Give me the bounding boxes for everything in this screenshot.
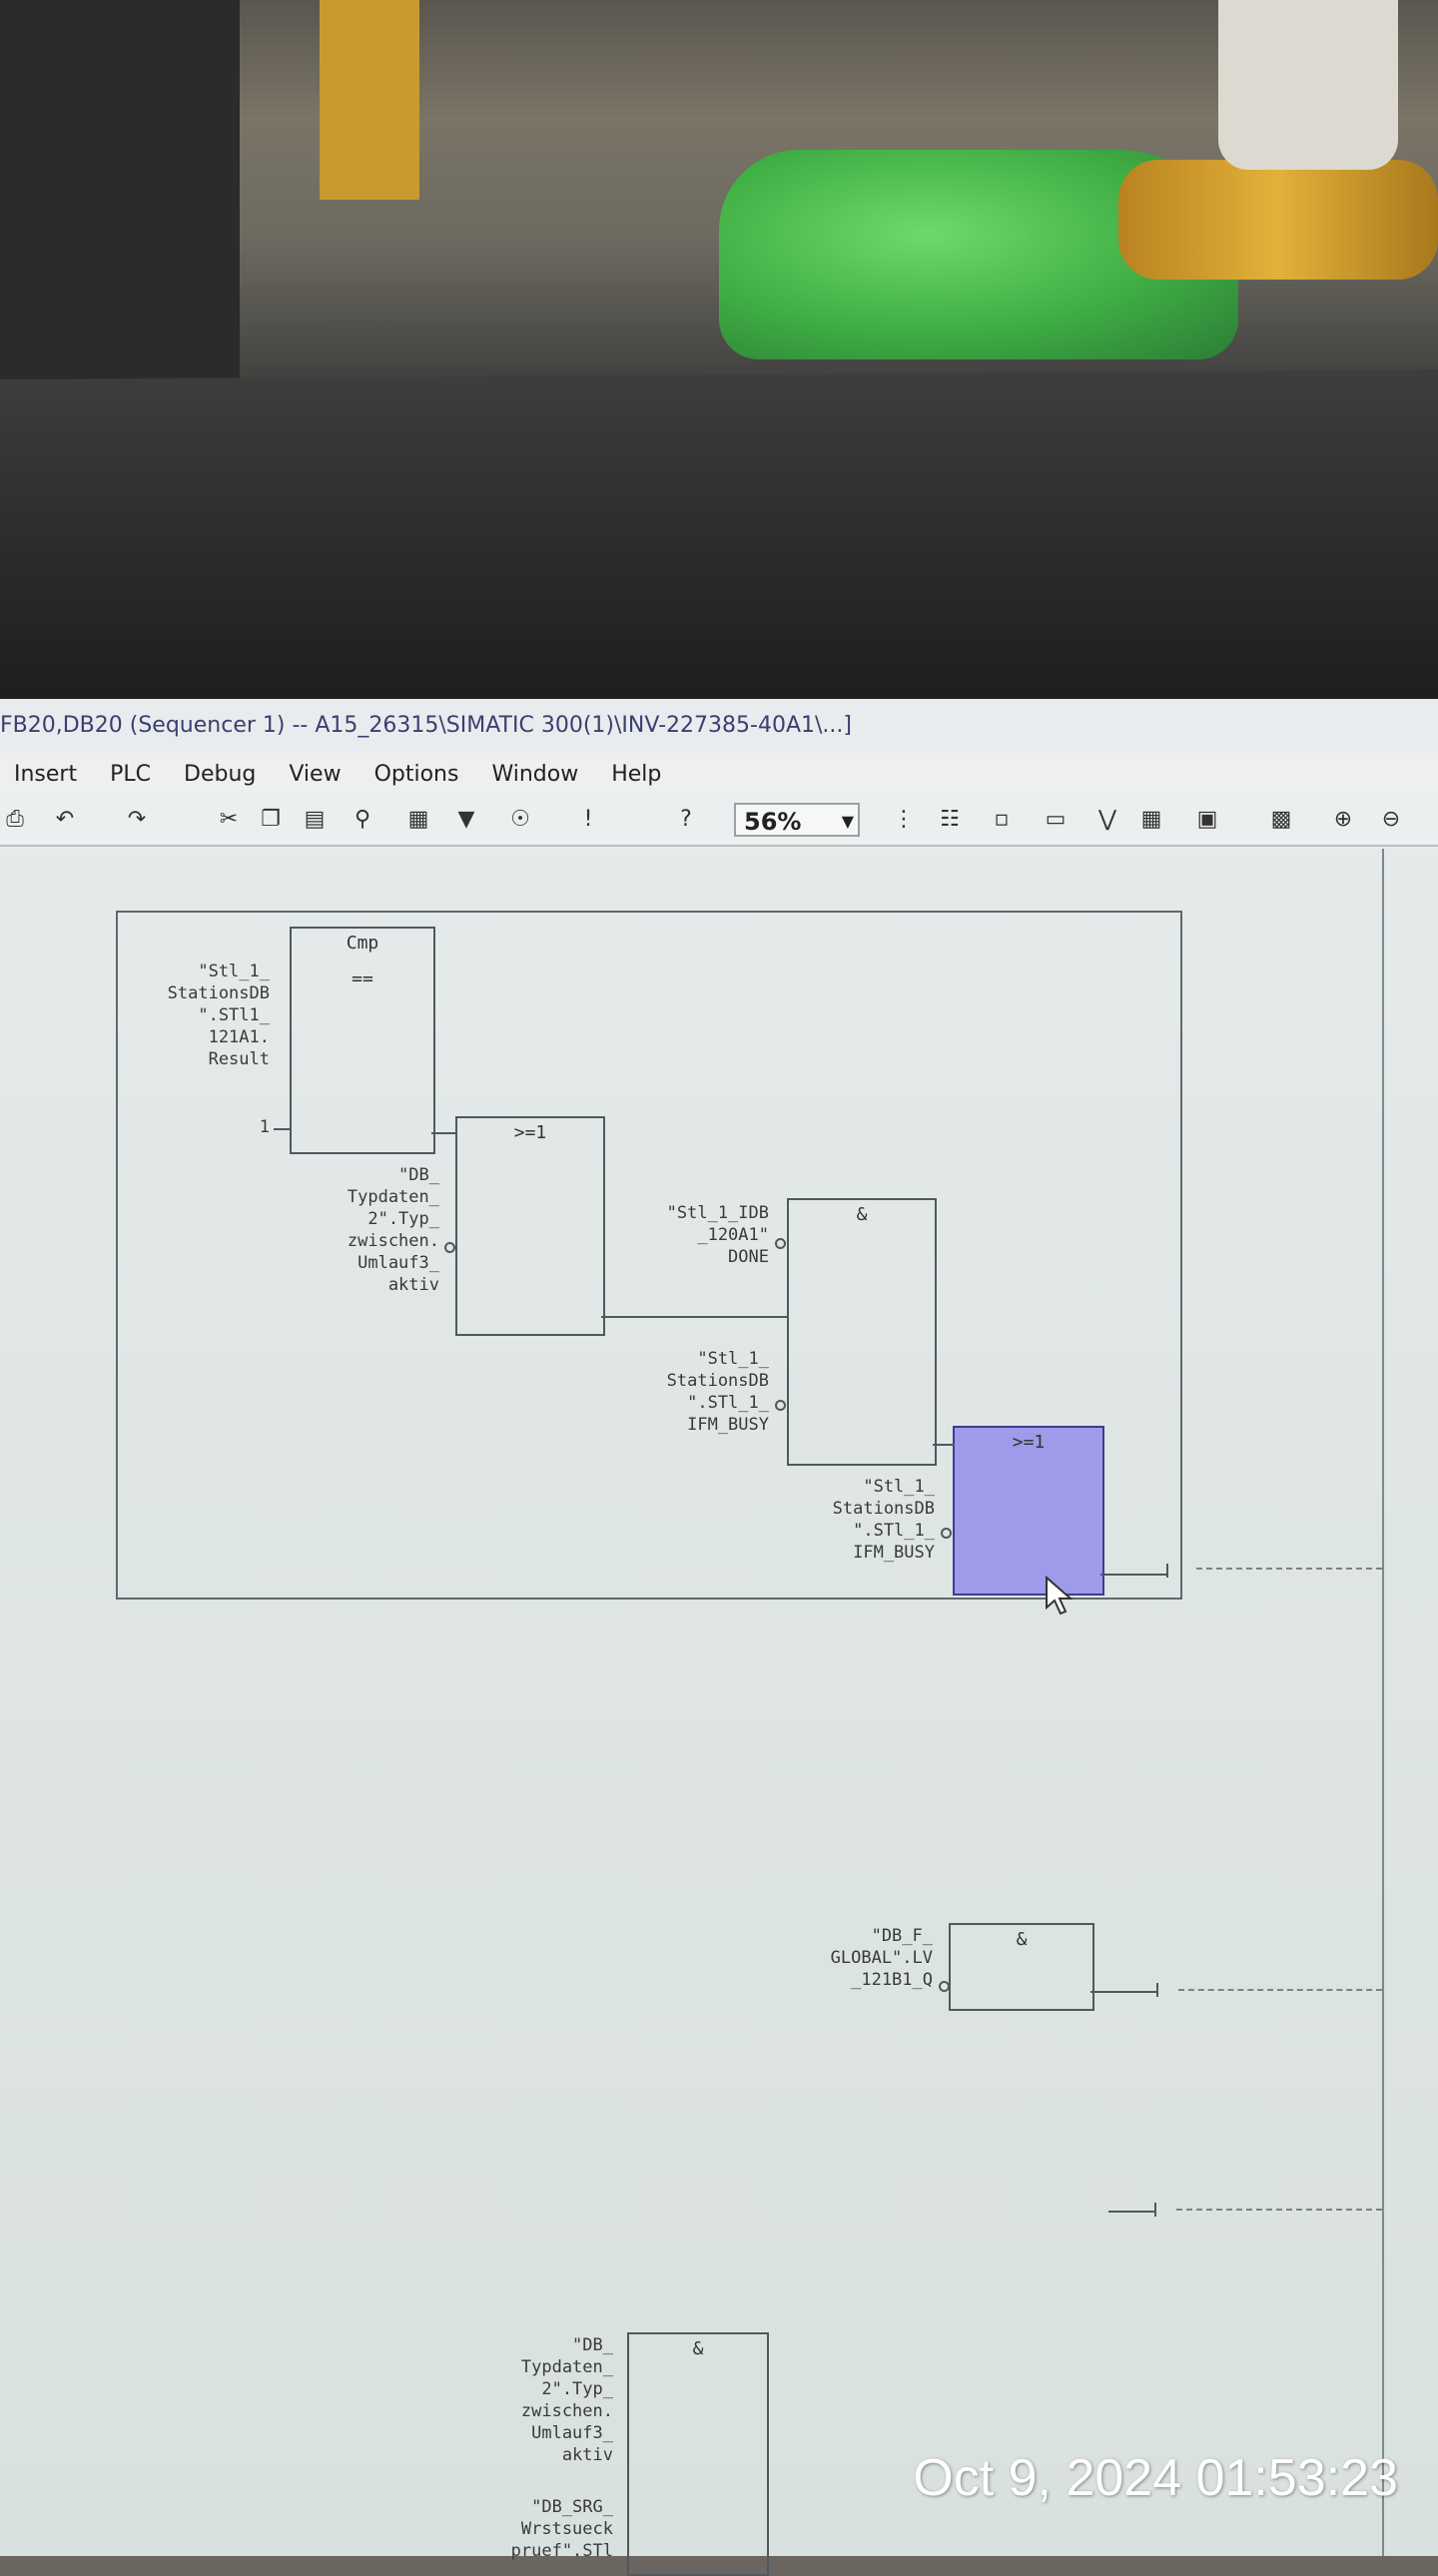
fbd-icon[interactable]: ▫ (987, 805, 1017, 835)
monitor-icon[interactable]: ☉ (505, 805, 535, 835)
output-dash-line (1176, 2209, 1382, 2211)
chevron-down-icon: ▼ (841, 812, 854, 831)
window-title: FB20,DB20 (Sequencer 1) -- A15_26315\SIM… (0, 699, 1438, 753)
and-input-1-label: "Stl_1_IDB _120A1" DONE (666, 1203, 769, 1267)
undo-icon[interactable]: ↶ (50, 805, 80, 835)
breakpoint-icon[interactable]: ! (573, 805, 603, 835)
and3-input-2-label: "DB_SRG_ Wrstsueck pruef".STl (510, 2497, 613, 2561)
or2-input-2-label: "Stl_1_ StationsDB ".STl_1_ IFM_BUSY (832, 1477, 935, 1563)
wire (601, 1316, 789, 1318)
menu-bar: Insert PLC Debug View Options Window Hel… (0, 753, 1438, 797)
and-block-2[interactable]: & (949, 1923, 1094, 2011)
zoom-in-icon[interactable]: ⊕ (1328, 805, 1358, 835)
editor-boundary (1382, 849, 1384, 2556)
output-dash-line (1196, 1568, 1382, 1570)
toolbar: ⎙ ↶ ↷ ✂ ❐ ▤ ⚲ ▦ ▼ ☉ ! ? 56% ▼ ⋮ ☷ ▫ ▭ ⋁ … (0, 797, 1438, 847)
zoom-select[interactable]: 56% ▼ (734, 803, 860, 837)
background-object (1218, 0, 1398, 170)
output-coil-wire (1108, 2211, 1156, 2213)
and-input-3-label: "Stl_1_ StationsDB ".STl_1_ IFM_BUSY (666, 1349, 769, 1435)
menu-help[interactable]: Help (611, 753, 661, 797)
wire (274, 1128, 292, 1130)
output-terminal (1156, 1983, 1158, 1997)
cmp-block[interactable]: Cmp == (290, 927, 435, 1154)
menu-window[interactable]: Window (491, 753, 578, 797)
or-block-1[interactable]: >=1 (455, 1116, 605, 1336)
help-context-icon[interactable]: ? (671, 805, 701, 835)
menu-debug[interactable]: Debug (184, 753, 256, 797)
menu-insert[interactable]: Insert (14, 753, 77, 797)
network-icon[interactable]: ⋮ (889, 805, 919, 835)
cut-icon[interactable]: ✂ (214, 805, 244, 835)
output-coil-wire (1090, 1991, 1158, 1993)
layout-icon[interactable]: ▦ (1136, 805, 1166, 835)
redo-icon[interactable]: ↷ (122, 805, 152, 835)
background-object (1118, 160, 1438, 280)
zoom-out-icon[interactable]: ⊖ (1376, 805, 1406, 835)
or-block-1-title: >=1 (513, 1122, 547, 1143)
output-terminal (1154, 2203, 1156, 2217)
print-icon[interactable]: ⎙ (0, 805, 30, 835)
paste-icon[interactable]: ▤ (300, 805, 330, 835)
monitor-bezel (0, 369, 1438, 709)
photo-background (0, 0, 1438, 399)
negation-icon (775, 1400, 786, 1411)
negation-icon (941, 1528, 952, 1539)
and-block-3[interactable]: & (627, 2332, 769, 2576)
find-icon[interactable]: ⚲ (348, 805, 377, 835)
and-block-1-title: & (856, 1204, 868, 1225)
cmp-input-2-label: 1 (259, 1117, 270, 1137)
menu-view[interactable]: View (289, 753, 341, 797)
zoom-value: 56% (744, 808, 802, 836)
download-icon[interactable]: ▼ (451, 805, 481, 835)
negation-icon (775, 1238, 786, 1249)
cmp-block-title: Cmp (346, 933, 379, 954)
and2-input-1-label: "DB_F_ GLOBAL".LV _121B1_Q (830, 1926, 933, 1990)
background-object (320, 0, 419, 200)
menu-options[interactable]: Options (374, 753, 459, 797)
output-coil-wire (1100, 1574, 1168, 1576)
cmp-block-operator: == (352, 968, 373, 989)
or-block-2-title: >=1 (1012, 1432, 1046, 1453)
overview-icon[interactable]: ▣ (1192, 805, 1222, 835)
image-icon[interactable]: ▩ (1266, 805, 1296, 835)
and-block-3-title: & (692, 2338, 704, 2359)
ladder-icon[interactable]: ☷ (935, 805, 965, 835)
mouse-cursor-icon (1046, 1576, 1074, 1615)
photo-timestamp: Oct 9, 2024 01:53:23 (913, 2449, 1398, 2507)
and-block-2-title: & (1016, 1929, 1028, 1950)
and3-input-1-label: "DB_ Typdaten_ 2".Typ_ zwischen. Umlauf3… (520, 2335, 613, 2465)
background-object (0, 0, 240, 379)
and-block-1[interactable]: & (787, 1198, 937, 1466)
filter-icon[interactable]: ⋁ (1092, 805, 1122, 835)
wire (933, 1444, 955, 1446)
menu-plc[interactable]: PLC (110, 753, 151, 797)
negation-icon (444, 1242, 455, 1253)
cmp-input-1-label: "Stl_1_ StationsDB ".STl1_ 121A1. Result (167, 962, 270, 1069)
copy-icon[interactable]: ❐ (256, 805, 286, 835)
or-block-2-selected[interactable]: >=1 (953, 1426, 1104, 1596)
output-dash-line (1178, 1989, 1382, 1991)
output-terminal (1166, 1564, 1168, 1578)
negation-icon (939, 1981, 950, 1992)
wire (431, 1132, 457, 1134)
go-online-icon[interactable]: ▦ (403, 805, 433, 835)
or-input-2-label: "DB_ Typdaten_ 2".Typ_ zwischen. Umlauf3… (347, 1165, 439, 1295)
stl-icon[interactable]: ▭ (1041, 805, 1071, 835)
screen: FB20,DB20 (Sequencer 1) -- A15_26315\SIM… (0, 699, 1438, 2576)
